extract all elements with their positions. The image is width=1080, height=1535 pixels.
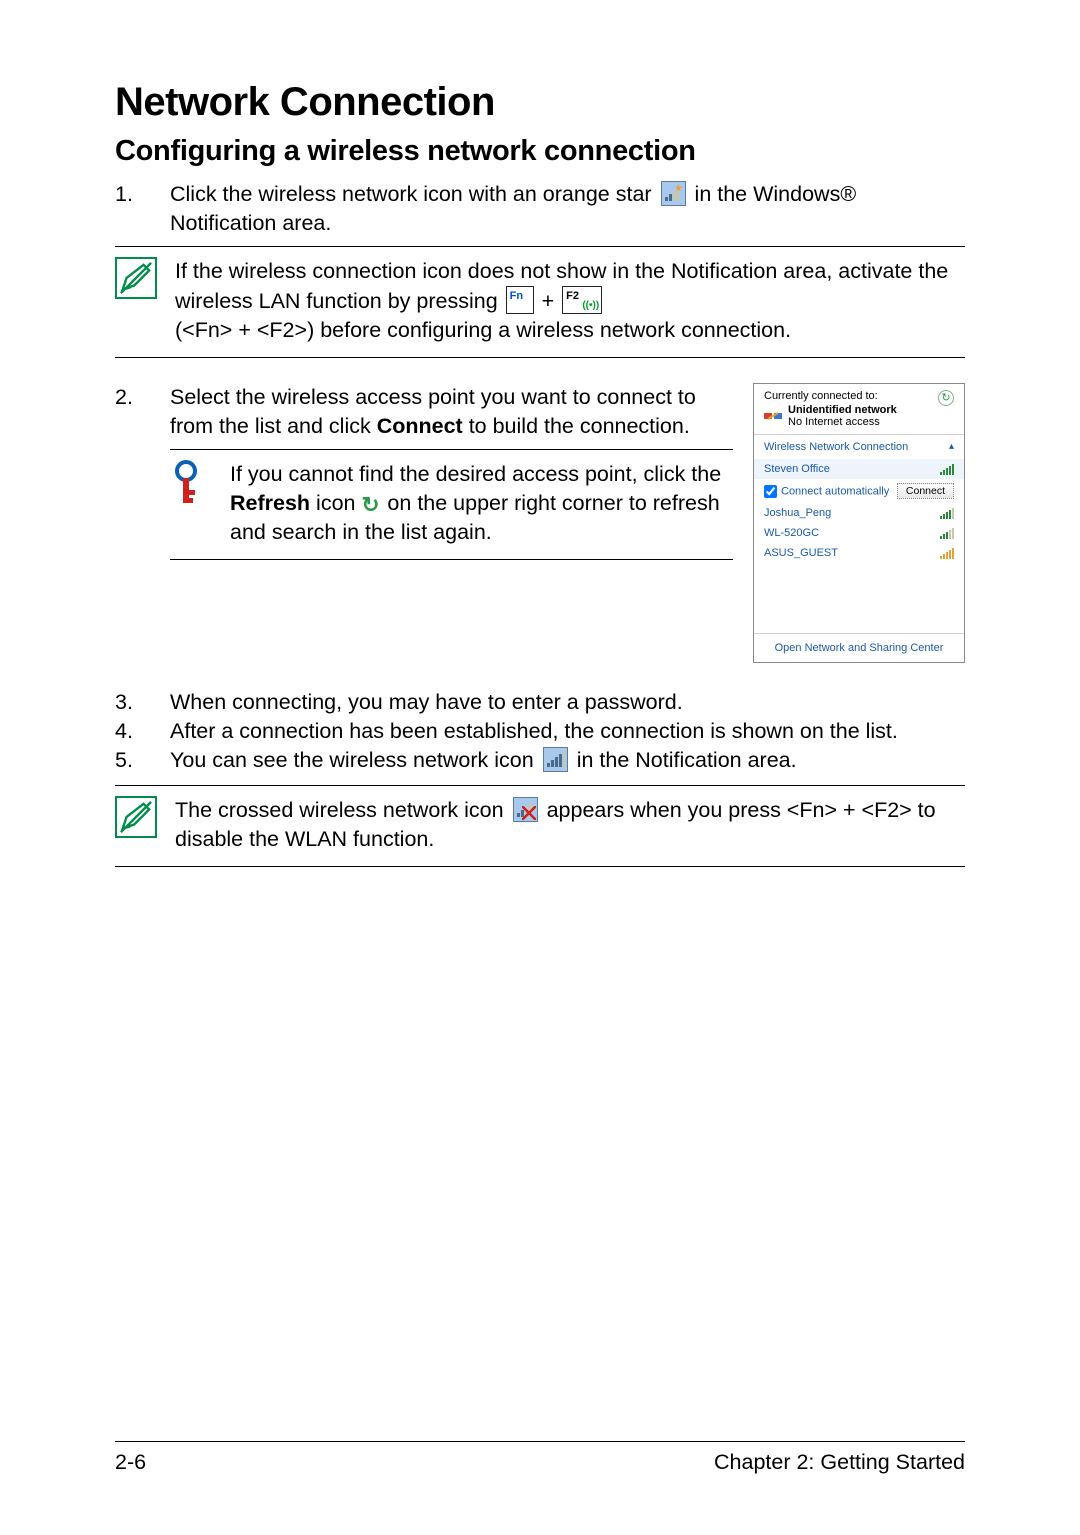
list-number: 5. [115, 746, 170, 775]
wifi-item-label: ASUS_GUEST [764, 547, 838, 559]
step-5: 5. You can see the wireless network icon… [115, 746, 965, 775]
chapter-label: Chapter 2: Getting Started [714, 1450, 965, 1475]
popup-currently-label: Currently connected to: [764, 390, 897, 402]
step-text: After a connection has been established,… [170, 717, 965, 746]
popup-section-label: Wireless Network Connection [764, 441, 908, 453]
note-text: If you cannot find the desired access po… [230, 462, 721, 486]
wireless-bars-icon [543, 747, 568, 772]
chevron-up-icon[interactable]: ▴ [949, 441, 954, 453]
wireless-star-icon [661, 181, 686, 206]
list-number: 1. [115, 180, 170, 238]
refresh-bold: Refresh [230, 491, 310, 515]
popup-footer-link[interactable]: Open Network and Sharing Center [754, 633, 964, 662]
signal-icon [939, 547, 954, 559]
page-footer: 2-6 Chapter 2: Getting Started [115, 1441, 965, 1475]
note-text: icon [310, 491, 361, 515]
step-text: in the Notification area. [577, 748, 797, 772]
popup-refresh-icon[interactable]: ↻ [938, 390, 954, 406]
connect-auto-input[interactable] [764, 485, 777, 498]
wireless-crossed-icon [513, 797, 538, 822]
step-1: 1. Click the wireless network icon with … [115, 180, 965, 238]
page-title: Network Connection [115, 80, 965, 125]
step-3: 3. When connecting, you may have to ente… [115, 688, 965, 717]
signal-icon [939, 527, 954, 539]
note-refresh: If you cannot find the desired access po… [170, 449, 733, 560]
note-crossed-icon: The crossed wireless network icon appear… [115, 785, 965, 867]
page-number: 2-6 [115, 1450, 146, 1475]
signal-icon [939, 463, 954, 475]
wifi-item[interactable]: WL-520GC [754, 523, 964, 543]
list-number: 3. [115, 688, 170, 717]
note-pencil-icon [115, 796, 157, 838]
wifi-item-label: WL-520GC [764, 527, 819, 539]
note-pencil-icon [115, 257, 157, 299]
tip-key-icon [170, 460, 202, 506]
step-text: Click the wireless network icon with an … [170, 182, 652, 206]
list-number: 2. [115, 383, 170, 441]
wifi-item-label: Joshua_Peng [764, 507, 831, 519]
step-text: You can see the wireless network icon [170, 748, 534, 772]
f2-key-icon: F2((•)) [562, 286, 602, 314]
signal-icon [939, 507, 954, 519]
connect-bold: Connect [377, 414, 463, 438]
popup-network-name: Unidentified network [788, 404, 897, 416]
refresh-icon: ↻ [361, 491, 381, 507]
note-text: (<Fn> + <F2>) before configuring a wirel… [175, 318, 791, 342]
network-adapter-icon [764, 409, 782, 423]
connect-auto-label: Connect automatically [781, 485, 889, 497]
plus-sign: + [542, 289, 555, 313]
wifi-item[interactable]: ASUS_GUEST [754, 543, 964, 563]
step-text: to build the connection. [463, 414, 690, 438]
wifi-item-label: Steven Office [764, 463, 830, 475]
connect-button[interactable]: Connect [897, 483, 954, 499]
step-4: 4. After a connection has been establish… [115, 717, 965, 746]
step-text: When connecting, you may have to enter a… [170, 688, 965, 717]
note-text: The crossed wireless network icon [175, 798, 504, 822]
list-number: 4. [115, 717, 170, 746]
section-heading: Configuring a wireless network connectio… [115, 135, 965, 168]
popup-network-status: No Internet access [788, 416, 897, 428]
step-2: 2. Select the wireless access point you … [115, 383, 733, 441]
wifi-popup: Currently connected to: Unidentified net… [753, 383, 965, 663]
connect-auto-checkbox[interactable]: Connect automatically [764, 485, 889, 498]
note-fn-f2: If the wireless connection icon does not… [115, 246, 965, 358]
fn-key-icon: Fn [506, 286, 534, 314]
wifi-item-selected[interactable]: Steven Office [754, 459, 964, 479]
wifi-item[interactable]: Joshua_Peng [754, 503, 964, 523]
